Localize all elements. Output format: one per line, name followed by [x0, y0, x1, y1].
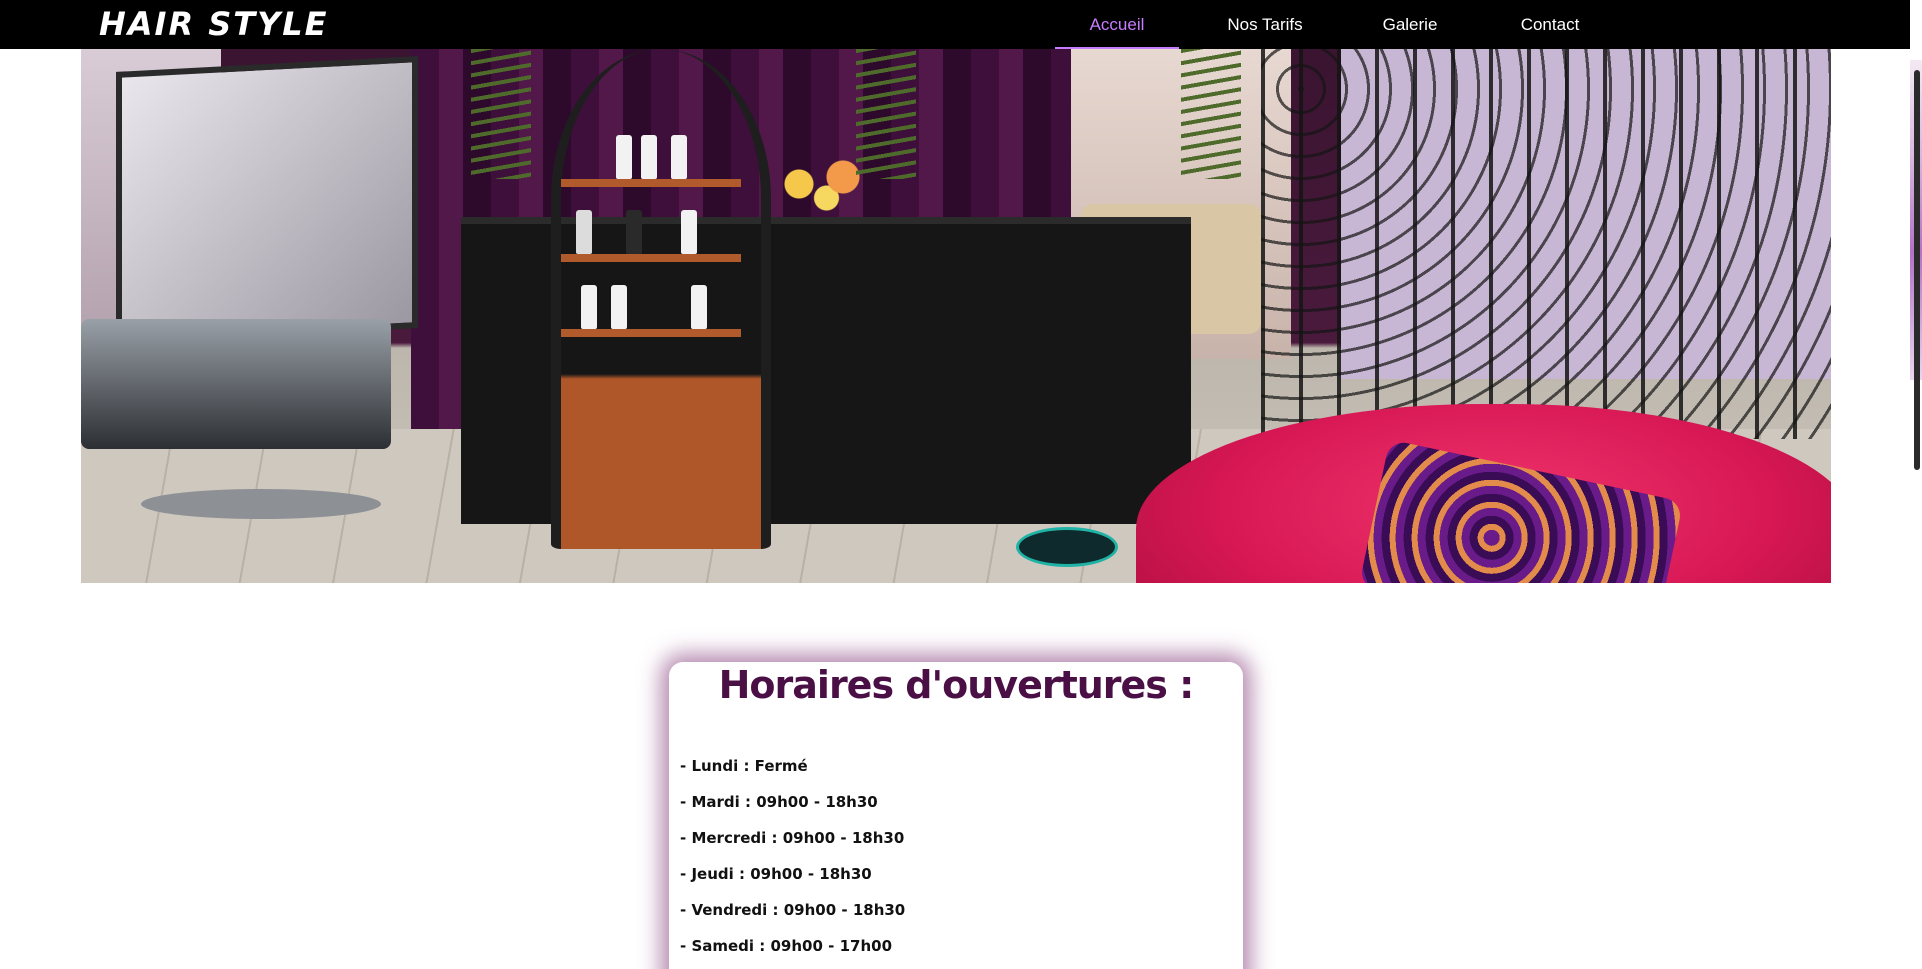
photo-plant — [856, 49, 916, 179]
top-navbar: HAIR STYLE Accueil Nos Tarifs Galerie Co… — [0, 0, 1910, 49]
photo-plant — [471, 49, 531, 179]
nav-item-contact[interactable]: Contact — [1495, 0, 1605, 49]
photo-bottle — [626, 210, 642, 254]
photo-floor-sticker — [1016, 527, 1118, 567]
photo-shelf — [561, 179, 741, 187]
scrollbar-thumb[interactable] — [1914, 70, 1920, 470]
photo-bottle — [681, 210, 697, 254]
hours-item-mercredi: - Mercredi : 09h00 - 18h30 — [680, 829, 905, 847]
opening-hours-card: Horaires d'ouvertures : - Lundi : Fermé … — [669, 662, 1243, 969]
photo-chair-base — [141, 489, 381, 519]
photo-barber-chair — [81, 319, 391, 449]
photo-plant — [1181, 49, 1241, 179]
photo-bottle — [641, 135, 657, 179]
hours-item-jeudi: - Jeudi : 09h00 - 18h30 — [680, 865, 872, 883]
photo-bottle — [576, 210, 592, 254]
photo-shelf — [561, 329, 741, 337]
photo-shelf — [561, 254, 741, 262]
photo-bottle — [616, 135, 632, 179]
opening-hours-list: - Lundi : Fermé - Mardi : 09h00 - 18h30 … — [680, 755, 905, 969]
opening-hours-title: Horaires d'ouvertures : — [718, 663, 1195, 707]
nav-item-accueil[interactable]: Accueil — [1055, 0, 1179, 49]
photo-mirror — [116, 56, 418, 344]
photo-iron-gate — [1261, 49, 1831, 439]
photo-bottle — [581, 285, 597, 329]
hours-item-vendredi: - Vendredi : 09h00 - 18h30 — [680, 901, 906, 919]
photo-bottle — [691, 285, 707, 329]
salon-interior-photo — [81, 49, 1831, 583]
page-scrollbar[interactable] — [1910, 0, 1922, 969]
hours-item-samedi: - Samedi : 09h00 - 17h00 — [680, 937, 893, 955]
photo-bottle — [611, 285, 627, 329]
site-logo[interactable]: HAIR STYLE — [99, 6, 329, 42]
nav-item-galerie[interactable]: Galerie — [1355, 0, 1465, 49]
page: HAIR STYLE Accueil Nos Tarifs Galerie Co… — [0, 0, 1922, 969]
nav-item-nos-tarifs[interactable]: Nos Tarifs — [1205, 0, 1325, 49]
photo-bottle — [671, 135, 687, 179]
hours-item-mardi: - Mardi : 09h00 - 18h30 — [680, 793, 878, 811]
hours-item-lundi: - Lundi : Fermé — [680, 757, 808, 775]
